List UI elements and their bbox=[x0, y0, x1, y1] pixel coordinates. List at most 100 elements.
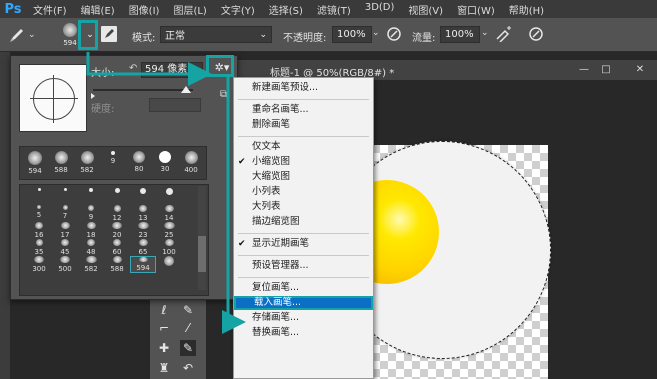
flyout-menu-item[interactable]: 存储画笔... bbox=[234, 311, 373, 325]
brush-grid-cell[interactable]: 45 bbox=[52, 239, 78, 256]
flyout-menu-item[interactable]: 显示近期画笔 bbox=[234, 237, 373, 251]
flyout-menu-item[interactable]: 小缩览图 bbox=[234, 155, 373, 169]
hardness-field[interactable] bbox=[149, 98, 201, 112]
restore-button[interactable]: □ bbox=[596, 63, 616, 77]
flyout-menu-item[interactable]: 描边缩览图 bbox=[234, 215, 373, 229]
brush-grid-cell[interactable]: 300 bbox=[26, 256, 52, 273]
flyout-menu-item[interactable]: 小列表 bbox=[234, 185, 373, 199]
brush-roundness-circle bbox=[33, 78, 75, 120]
brush-grid-cell[interactable]: 13 bbox=[130, 205, 156, 222]
menu-item[interactable]: 文字(Y) bbox=[214, 2, 262, 17]
flyout-menu-item[interactable]: 复位画笔... bbox=[234, 281, 373, 295]
brush-grid-cell[interactable]: 17 bbox=[52, 222, 78, 239]
new-preset-icon[interactable]: ⧉ bbox=[220, 89, 232, 101]
menu-item[interactable]: 文件(F) bbox=[26, 2, 74, 17]
menu-item[interactable]: 编辑(E) bbox=[74, 2, 122, 17]
menu-item[interactable]: 图层(L) bbox=[166, 2, 213, 17]
recent-brush-cell[interactable]: 594 bbox=[23, 151, 47, 175]
brush-grid-cell[interactable]: 60 bbox=[104, 239, 130, 256]
brush-grid-cell[interactable]: 100 bbox=[156, 239, 182, 256]
brush-grid-cell[interactable] bbox=[104, 188, 130, 205]
pressure-opacity-icon[interactable] bbox=[386, 26, 402, 42]
pressure-size-icon[interactable] bbox=[528, 26, 544, 42]
flyout-menu-item[interactable]: 仅文本 bbox=[234, 140, 373, 154]
brush-grid-cell[interactable]: 9 bbox=[78, 205, 104, 222]
brush-grid-cell[interactable]: 14 bbox=[156, 205, 182, 222]
options-bar: ⌄ 594 ⌄ 模式: 正常 ⌄ 不透明度: 100% ⌄ 流量: 100% ⌄ bbox=[0, 18, 657, 52]
healing-brush-icon[interactable]: ✚ bbox=[156, 340, 172, 356]
minimize-button[interactable]: — bbox=[574, 63, 594, 77]
flyout-menu-item[interactable]: 重命名画笔... bbox=[234, 103, 373, 117]
brush-grid-cell[interactable]: 25 bbox=[156, 222, 182, 239]
menu-item[interactable]: 视图(V) bbox=[401, 2, 450, 17]
toggle-brush-panel-icon[interactable] bbox=[101, 26, 117, 42]
size-slider-track[interactable] bbox=[93, 89, 193, 91]
menu-item[interactable]: 图像(I) bbox=[122, 2, 167, 17]
brush-grid-cell[interactable]: 594 bbox=[130, 256, 156, 273]
brush-grid-cell[interactable]: 35 bbox=[26, 239, 52, 256]
brush-tip-thumb bbox=[35, 222, 43, 229]
brush-grid-cell[interactable] bbox=[156, 256, 182, 273]
recent-brush-cell[interactable]: 30 bbox=[153, 151, 177, 173]
lasso-icon[interactable]: ℓ bbox=[156, 302, 172, 318]
recent-brush-cell[interactable]: 588 bbox=[49, 151, 73, 174]
flyout-menu-item[interactable]: 大列表 bbox=[234, 200, 373, 214]
crop-icon[interactable]: ⌐ bbox=[156, 320, 172, 336]
menu-item[interactable]: 滤镜(T) bbox=[310, 2, 358, 17]
load-brushes-menu-item[interactable]: 载入画笔... bbox=[234, 296, 373, 310]
flyout-menu-item[interactable]: 新建画笔预设... bbox=[234, 81, 373, 95]
flow-dropdown-icon[interactable]: ⌄ bbox=[481, 28, 489, 38]
brush-grid-cell[interactable] bbox=[78, 188, 104, 205]
recent-brush-cell[interactable]: 80 bbox=[127, 151, 151, 173]
brush-grid-cell[interactable]: 12 bbox=[104, 205, 130, 222]
reset-size-icon[interactable]: ↶ bbox=[129, 63, 137, 74]
mode-select[interactable]: 正常 ⌄ bbox=[160, 26, 272, 43]
brush-grid-cell[interactable]: 7 bbox=[52, 205, 78, 222]
brush-grid-cell[interactable]: 500 bbox=[52, 256, 78, 273]
brush-grid-cell[interactable] bbox=[156, 188, 182, 205]
size-field[interactable]: 594 像素 bbox=[141, 62, 203, 78]
size-slider-thumb[interactable] bbox=[181, 86, 191, 93]
eyedropper-icon[interactable]: ⁄ bbox=[180, 320, 196, 336]
airbrush-icon[interactable] bbox=[495, 26, 513, 43]
brush-tip-thumb bbox=[54, 151, 68, 164]
brush-grid-cell[interactable]: 18 bbox=[78, 222, 104, 239]
brush-angle-preview[interactable] bbox=[19, 64, 87, 132]
flyout-menu-item[interactable]: 替换画笔... bbox=[234, 326, 373, 340]
flyout-menu-item[interactable]: 预设管理器... bbox=[234, 259, 373, 273]
flow-label: 流量: bbox=[412, 33, 436, 44]
flyout-menu-item[interactable]: 删除画笔 bbox=[234, 118, 373, 132]
brush-tip-thumb bbox=[133, 151, 145, 163]
brush-grid-cell[interactable]: 582 bbox=[78, 256, 104, 273]
menu-item[interactable]: 帮助(H) bbox=[502, 2, 551, 17]
scrollbar-thumb[interactable] bbox=[198, 236, 206, 272]
close-button[interactable]: ✕ bbox=[630, 63, 650, 77]
brush-grid-cell[interactable] bbox=[26, 188, 52, 205]
recent-brush-cell[interactable]: 400 bbox=[179, 151, 203, 174]
brush-tip-thumb bbox=[163, 222, 175, 229]
menu-item[interactable]: 窗口(W) bbox=[450, 2, 502, 17]
brush-grid-cell[interactable]: 65 bbox=[130, 239, 156, 256]
history-brush-icon[interactable]: ↶ bbox=[180, 360, 196, 376]
brush-grid-cell[interactable] bbox=[52, 188, 78, 205]
brush-grid-cell[interactable] bbox=[130, 188, 156, 205]
menu-item[interactable]: 3D(D) bbox=[358, 2, 402, 17]
opacity-field[interactable]: 100% bbox=[332, 26, 372, 43]
opacity-dropdown-icon[interactable]: ⌄ bbox=[372, 28, 380, 38]
flyout-menu-item[interactable]: 大缩览图 bbox=[234, 170, 373, 184]
brush-tool-icon[interactable] bbox=[8, 26, 26, 44]
brush-grid-cell[interactable]: 16 bbox=[26, 222, 52, 239]
brush-tool-active-icon[interactable]: ✎ bbox=[180, 340, 196, 356]
brush-grid-cell[interactable]: 20 bbox=[104, 222, 130, 239]
magic-wand-icon[interactable]: ✎ bbox=[180, 302, 196, 318]
recent-brush-cell[interactable]: 9 bbox=[101, 151, 125, 165]
menu-item[interactable]: 选择(S) bbox=[262, 2, 310, 17]
brush-grid-cell[interactable]: 23 bbox=[130, 222, 156, 239]
recent-brush-cell[interactable]: 582 bbox=[75, 151, 99, 174]
brush-grid-cell[interactable]: 5 bbox=[26, 205, 52, 222]
brush-grid-cell[interactable]: 48 bbox=[78, 239, 104, 256]
flow-field[interactable]: 100% bbox=[440, 26, 480, 43]
brush-grid-cell[interactable]: 588 bbox=[104, 256, 130, 273]
tool-preset-dropdown-icon[interactable]: ⌄ bbox=[28, 30, 36, 40]
stamp-icon[interactable]: ♜ bbox=[156, 360, 172, 376]
